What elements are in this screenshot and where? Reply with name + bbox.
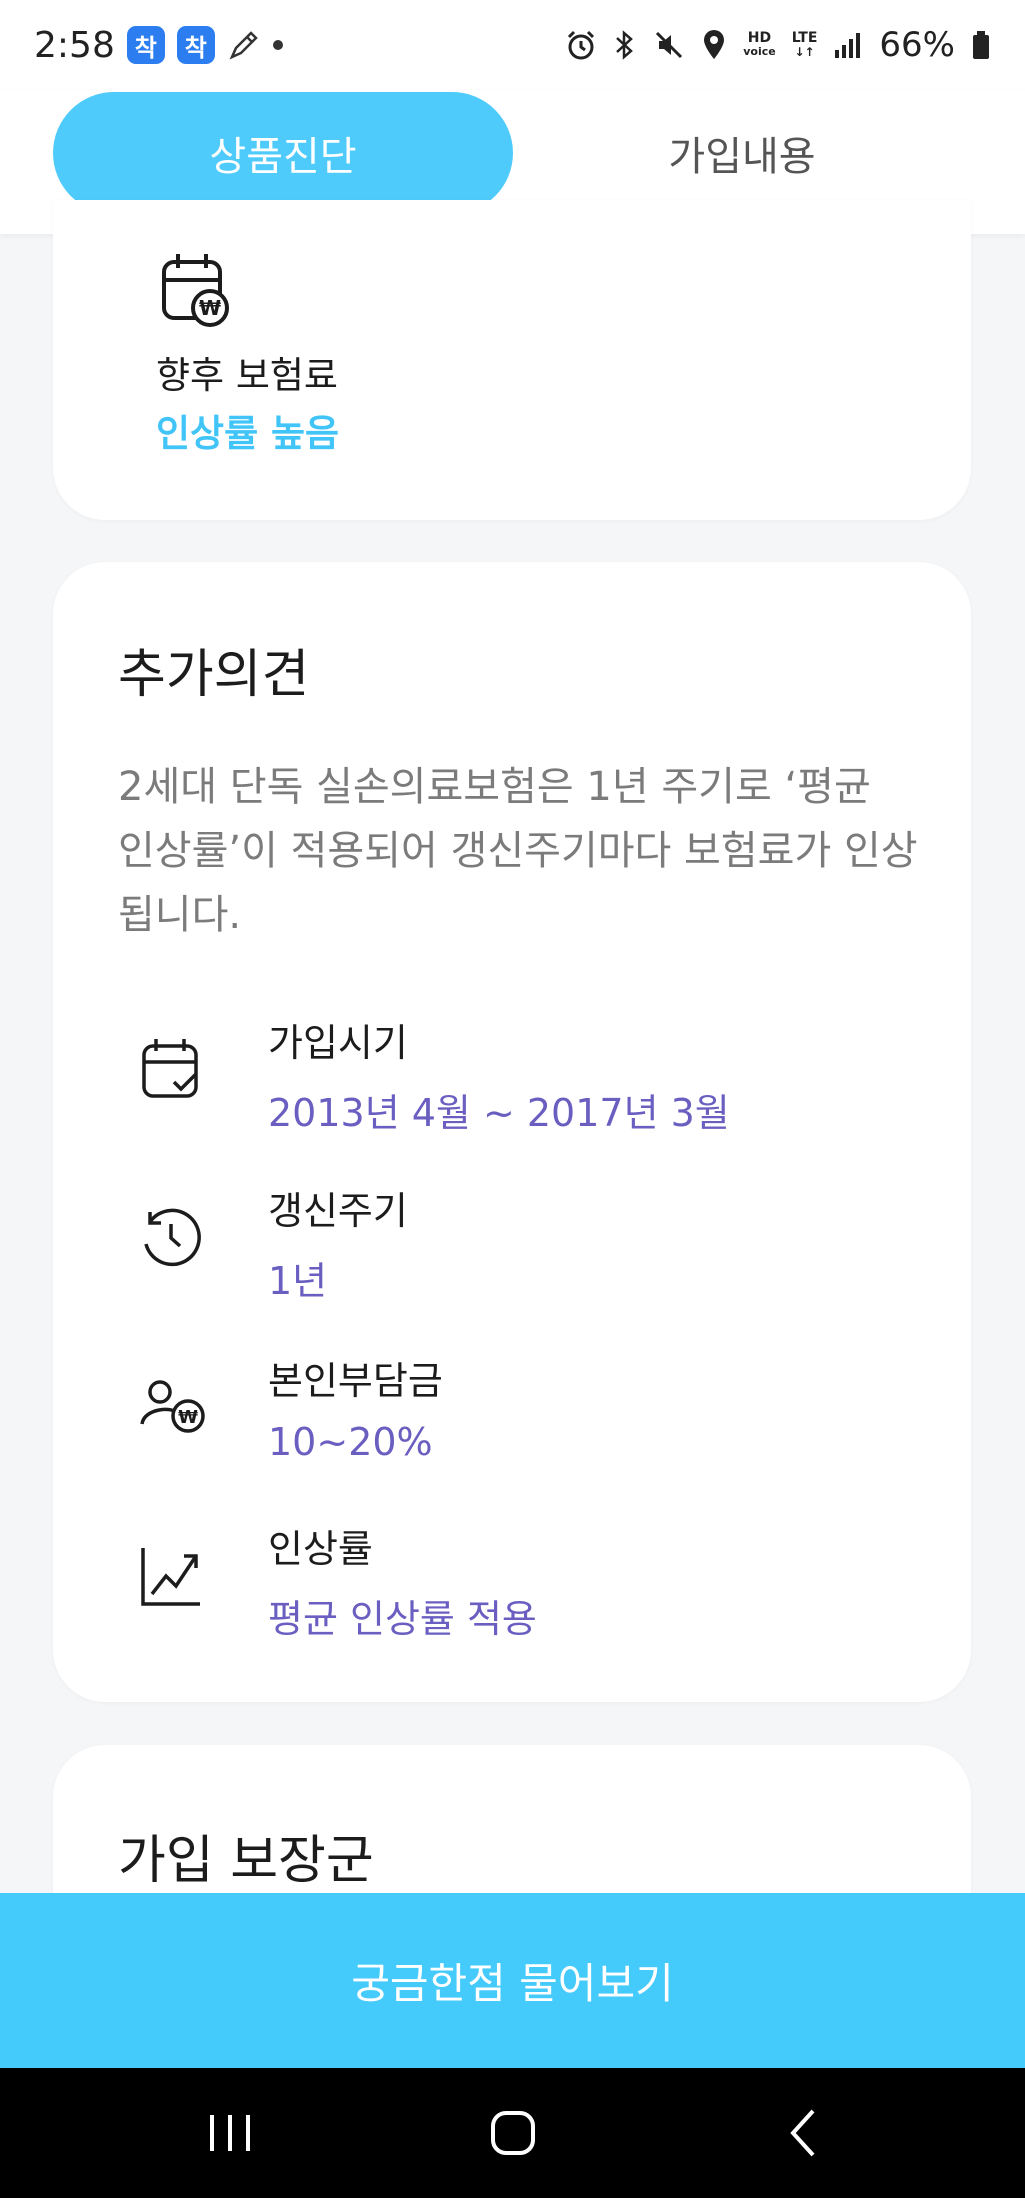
opinion-title: 추가의견 (118, 645, 310, 705)
navigation-bar (0, 2068, 1025, 2198)
mute-icon (656, 31, 683, 59)
home-icon[interactable] (483, 2103, 543, 2163)
bluetooth-icon (616, 30, 634, 60)
info-label-copayment: 본인부담금 (268, 1359, 443, 1403)
back-icon[interactable] (775, 2103, 835, 2163)
app-notification-icon-2: 착 (176, 26, 215, 64)
hd-voice-icon: HD voice (743, 30, 776, 58)
tab-subscription-details[interactable]: 가입내용 (512, 92, 972, 214)
recent-apps-icon[interactable] (200, 2103, 260, 2163)
info-label-renewal-cycle: 갱신주기 (268, 1189, 408, 1233)
battery-icon (973, 31, 989, 59)
ask-question-button[interactable]: 궁금한점 물어보기 (0, 1893, 1025, 2068)
alarm-icon (568, 30, 595, 60)
location-icon (704, 30, 725, 59)
svg-text:₩: ₩ (178, 1407, 198, 1428)
calendar-won-icon: ₩ (162, 254, 229, 327)
app-notification-icon: 착 (126, 26, 165, 64)
status-left: 2:58 착 착 (34, 25, 283, 66)
info-label-increase-rate: 인상률 (268, 1527, 373, 1571)
info-value-renewal-cycle: 1년 (268, 1259, 328, 1303)
lte-icon: LTE ↓↑ (791, 30, 818, 59)
premium-label: 향후 보험료 (156, 354, 338, 397)
status-time: 2:58 (34, 24, 115, 66)
tab-product-diagnosis[interactable]: 상품진단 (53, 92, 513, 214)
calendar-check-icon (142, 1039, 198, 1098)
opinion-description: 2세대 단독 실손의료보험은 1년 주기로 ‘평균 인상률’이 적용되어 갱신주… (118, 764, 918, 938)
status-right: HD voice LTE ↓↑ 66% (565, 25, 991, 65)
info-value-copayment: 10~20% (268, 1420, 433, 1464)
renewal-clock-icon (144, 1208, 201, 1267)
notification-dot-icon (272, 40, 283, 50)
signal-icon (835, 33, 861, 58)
svg-text:₩: ₩ (199, 296, 221, 320)
pen-icon (229, 31, 258, 60)
info-label-join-period: 가입시기 (268, 1021, 408, 1065)
info-value-increase-rate: 평균 인상률 적용 (268, 1597, 537, 1641)
status-bar: 2:58 착 착 HD voice LTE ↓↑ 66% (0, 0, 1025, 90)
person-won-icon: ₩ (140, 1380, 205, 1433)
battery-percent: 66% (879, 25, 955, 65)
trend-chart-icon (141, 1548, 200, 1606)
premium-value: 인상률 높음 (156, 412, 340, 455)
info-value-join-period: 2013년 4월 ~ 2017년 3월 (268, 1091, 730, 1135)
coverage-title: 가입 보장군 (118, 1831, 374, 1891)
